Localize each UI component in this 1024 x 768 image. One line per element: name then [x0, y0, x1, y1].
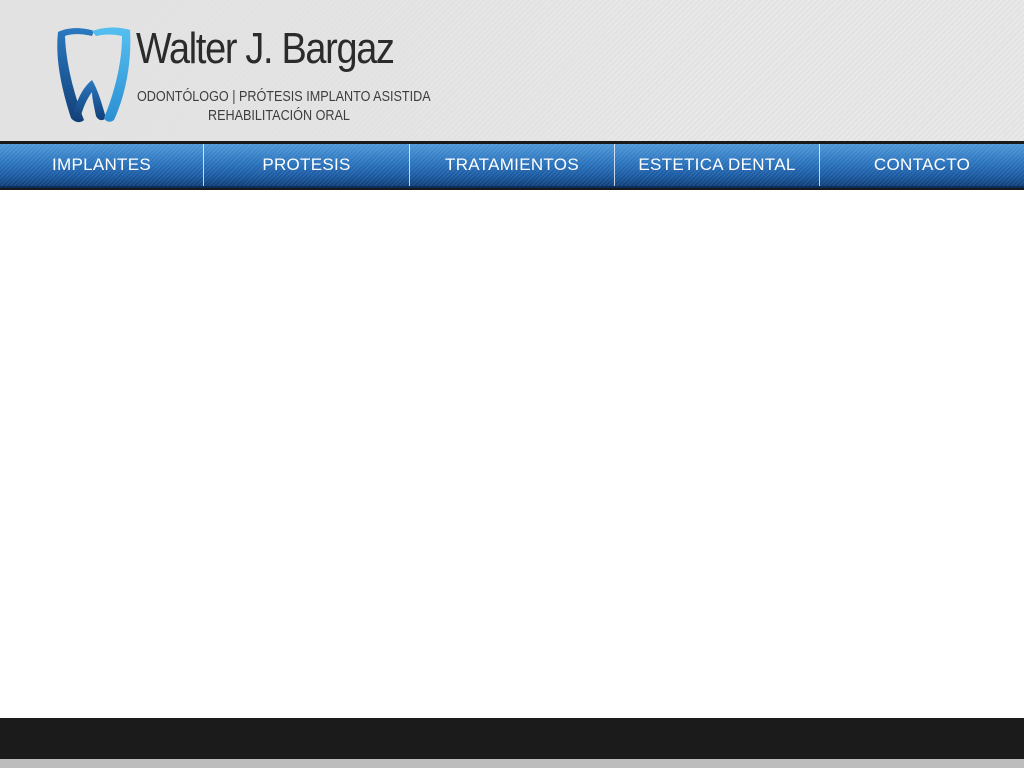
brand-subtitle-2: REHABILITACIÓN ORAL	[208, 107, 350, 124]
nav-item-contacto[interactable]: CONTACTO	[820, 144, 1024, 186]
brand-name: Walter J. Bargaz	[136, 24, 395, 73]
main-nav: IMPLANTES PROTESIS TRATAMIENTOS ESTETICA…	[0, 144, 1024, 188]
nav-item-implantes[interactable]: IMPLANTES	[0, 144, 204, 186]
site-header: Walter J. Bargaz ODONTÓLOGO | PRÓTESIS I…	[0, 0, 1024, 141]
nav-item-estetica-dental[interactable]: ESTETICA DENTAL	[615, 144, 820, 186]
nav-item-protesis[interactable]: PROTESIS	[204, 144, 410, 186]
main-content	[0, 190, 1024, 718]
nav-item-tratamientos[interactable]: TRATAMIENTOS	[410, 144, 615, 186]
tooth-icon	[57, 27, 131, 123]
brand-subtitle: ODONTÓLOGO | PRÓTESIS IMPLANTO ASISTIDA	[137, 88, 431, 105]
site-footer	[0, 718, 1024, 759]
footer-strip	[0, 759, 1024, 768]
site-logo[interactable]: Walter J. Bargaz ODONTÓLOGO | PRÓTESIS I…	[52, 24, 431, 126]
